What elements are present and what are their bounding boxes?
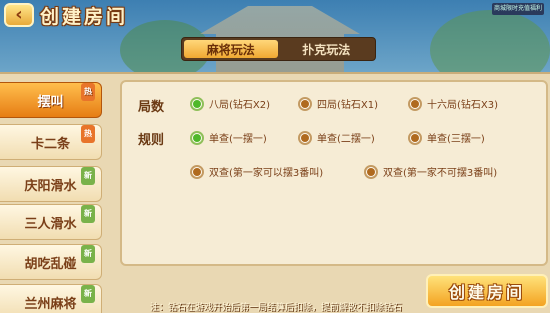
rules-label: 规则 (138, 133, 165, 148)
sidebar-item-sanren-huashui[interactable]: 三人滑水 新 (0, 204, 102, 240)
round-option-4[interactable]: 四局(钻石X1) (298, 96, 378, 111)
promo-tag[interactable]: 商城限时充值福利 (492, 3, 544, 15)
rule-option-2[interactable]: 单查(二摆一) (298, 130, 375, 145)
tab-poker[interactable]: 扑克玩法 (280, 40, 374, 58)
sidebar-item-qingyang-huashui[interactable]: 庆阳滑水 新 (0, 166, 102, 202)
sidebar-item-label: 兰州麻将 (24, 296, 77, 312)
page-title: 创建房间 (40, 6, 129, 28)
sidebar-item-label: 胡吃乱碰 (24, 256, 77, 272)
rule-option-5[interactable]: 双查(第一家不可摆3番叫) (364, 164, 497, 179)
rule-option-1[interactable]: 单查(一摆一) (190, 130, 267, 145)
sidebar-item-label: 庆阳滑水 (24, 178, 77, 194)
sidebar-item-huchi-luanpeng[interactable]: 胡吃乱碰 新 (0, 244, 102, 280)
rule-option-4[interactable]: 双查(第一家可以摆3番叫) (190, 164, 323, 179)
radio-button[interactable] (408, 96, 422, 111)
create-room-button[interactable]: 创建房间 (426, 274, 548, 308)
radio-button[interactable] (190, 164, 204, 179)
sidebar-item-baijiao[interactable]: 摆叫 热 (0, 82, 102, 118)
sidebar-item-kaertiao[interactable]: 卡二条 热 (0, 124, 102, 160)
rounds-label: 局数 (138, 100, 165, 115)
new-badge: 新 (81, 167, 95, 185)
sidebar-item-label: 摆叫 (37, 94, 64, 110)
back-arrow-icon: ‹ (15, 4, 23, 25)
game-type-tabs: 麻将玩法 扑克玩法 (181, 37, 376, 61)
sidebar-item-label: 卡二条 (30, 136, 70, 152)
diamond-note: 注：钻石在游戏开始后第一局结算后扣除，提前解散不扣除钻石 (150, 303, 403, 313)
radio-button[interactable] (364, 164, 378, 179)
new-badge: 新 (81, 245, 95, 263)
tab-mahjong[interactable]: 麻将玩法 (184, 40, 278, 58)
rule-option-3[interactable]: 单查(三摆一) (408, 130, 485, 145)
radio-button[interactable] (298, 130, 312, 145)
round-option-8[interactable]: 八局(钻石X2) (190, 96, 270, 111)
new-badge: 新 (81, 285, 95, 303)
radio-button[interactable] (408, 130, 422, 145)
radio-button[interactable] (190, 130, 204, 145)
new-badge: 新 (81, 205, 95, 223)
round-option-16[interactable]: 十六局(钻石X3) (408, 96, 498, 111)
back-button[interactable]: ‹ (4, 3, 34, 27)
hot-badge: 热 (81, 125, 95, 143)
radio-button[interactable] (298, 96, 312, 111)
sidebar: 摆叫 热 卡二条 热 庆阳滑水 新 三人滑水 新 胡吃乱碰 新 兰州麻将 新 (0, 80, 110, 313)
radio-button[interactable] (190, 96, 204, 111)
hot-badge: 热 (81, 83, 95, 101)
sidebar-item-lanzhou-majiang[interactable]: 兰州麻将 新 (0, 284, 102, 313)
sidebar-item-label: 三人滑水 (24, 216, 77, 232)
